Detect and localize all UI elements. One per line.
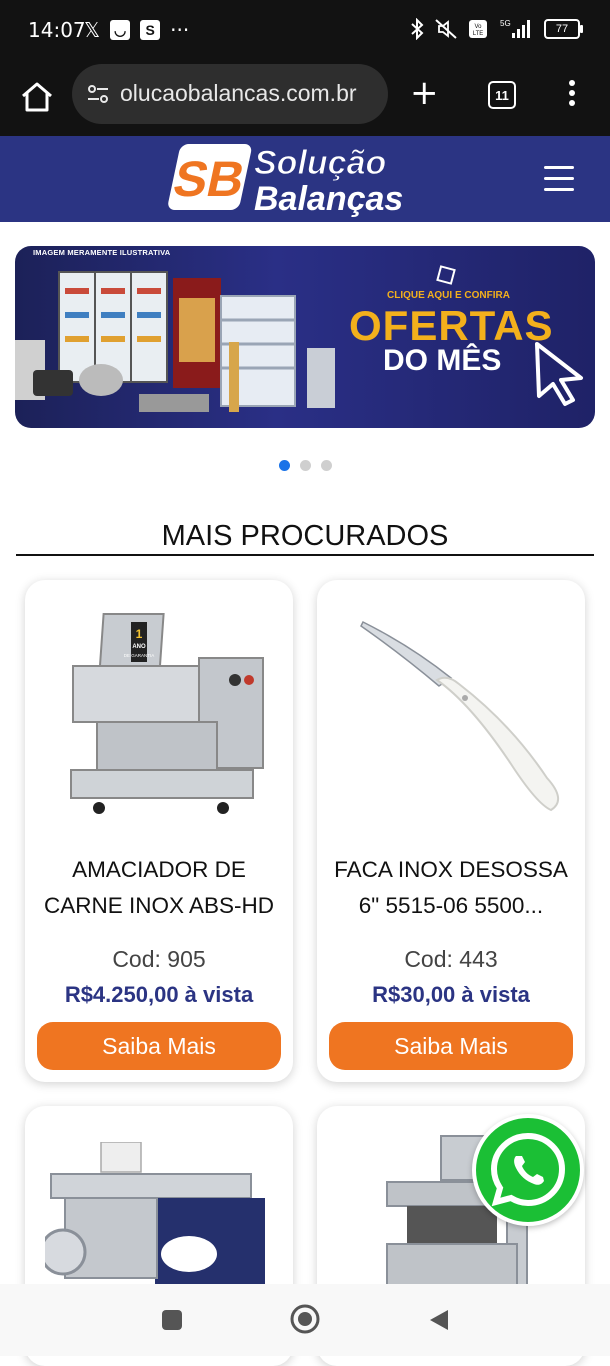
- banner-headline: OFERTAS: [349, 302, 554, 349]
- s-icon: S: [140, 20, 161, 40]
- brand-mark-icon: [436, 265, 456, 285]
- cursor-icon: [535, 342, 583, 406]
- carousel-dot-3[interactable]: [320, 460, 332, 471]
- whatsapp-button[interactable]: [472, 1114, 584, 1226]
- logo-mark: SB: [169, 151, 250, 207]
- url-text[interactable]: olucaobalancas.com.br: [120, 80, 382, 107]
- back-icon[interactable]: [428, 1308, 450, 1332]
- warranty-badge-number: 1: [136, 627, 143, 641]
- address-bar[interactable]: olucaobalancas.com.br: [72, 64, 388, 124]
- svg-text:LTE: LTE: [473, 31, 484, 37]
- x-icon: 𝕏: [84, 18, 101, 42]
- site-header: SB Solução Balanças: [0, 136, 610, 222]
- product-name[interactable]: FACA INOX DESOSSA 6" 5515-06 5500...: [325, 852, 577, 924]
- whatsapp-icon: [490, 1132, 566, 1207]
- carousel-dots: [0, 460, 610, 471]
- product-image-boning-knife[interactable]: [341, 594, 561, 824]
- product-code: Cod: 905: [112, 946, 206, 972]
- product-card[interactable]: FACA INOX DESOSSA 6" 5515-06 5500... Cod…: [317, 580, 585, 1082]
- warranty-badge-text: DE GARANTIA: [124, 653, 155, 658]
- browser-toolbar: olucaobalancas.com.br + 11: [0, 62, 610, 136]
- logo-line1: Solução: [254, 144, 386, 182]
- status-bar: 14:07 𝕏 ◡ S ··· Vo LTE 5G 77: [0, 0, 610, 62]
- site-logo[interactable]: SB Solução Balanças: [162, 138, 452, 218]
- product-name[interactable]: AMACIADOR DE CARNE INOX ABS-HD: [33, 852, 285, 924]
- product-price: R$4.250,00 à vista: [64, 982, 254, 1007]
- hamburger-menu-icon[interactable]: [544, 166, 574, 192]
- banner-subheadline: DO MÊS: [383, 344, 502, 377]
- svg-text:Vo: Vo: [474, 24, 482, 30]
- product-code: Cod: 443: [404, 946, 498, 972]
- net-label: 5G: [500, 19, 511, 28]
- browser-menu-icon[interactable]: [566, 80, 578, 110]
- signal-5g-icon: 5G: [500, 19, 530, 38]
- product-card[interactable]: 1 ANO DE GARANTIA AMACIADOR DE CARNE INO…: [25, 580, 293, 1082]
- carousel-dot-1[interactable]: [278, 460, 290, 471]
- smiley-icon: ◡: [110, 20, 131, 40]
- promo-banner[interactable]: IMAGEM MERAMENTE ILUSTRATIVA CLIQUE AQUI…: [15, 246, 595, 428]
- mute-icon: [435, 19, 457, 39]
- home-icon[interactable]: [18, 78, 56, 116]
- section-divider: [16, 554, 594, 556]
- volte-icon: VoLTE: [469, 20, 487, 38]
- recent-apps-icon[interactable]: [162, 1310, 182, 1330]
- new-tab-button[interactable]: +: [410, 76, 439, 110]
- status-left-icons: 𝕏 ◡ S ···: [84, 18, 189, 42]
- logo-line2: Balanças: [254, 180, 403, 218]
- product-image-meat-tenderizer[interactable]: 1 ANO DE GARANTIA: [49, 594, 269, 824]
- saiba-mais-button[interactable]: Saiba Mais: [329, 1022, 573, 1070]
- status-right-icons: Vo LTE 5G 77: [410, 18, 583, 40]
- section-title: MAIS PROCURADOS: [161, 520, 449, 552]
- product-price: R$30,00 à vista: [372, 982, 530, 1007]
- tab-switcher-button[interactable]: 11: [488, 81, 516, 109]
- banner-products-illustration: [15, 271, 335, 412]
- warranty-badge-unit: ANO: [132, 644, 146, 650]
- banner-disclaimer: IMAGEM MERAMENTE ILUSTRATIVA: [33, 248, 171, 257]
- home-button-icon[interactable]: [290, 1304, 320, 1334]
- carousel-dot-2[interactable]: [299, 460, 311, 471]
- more-icon: ···: [170, 18, 190, 42]
- banner-cta: CLIQUE AQUI E CONFIRA: [387, 290, 510, 301]
- battery-indicator: 77: [544, 19, 583, 39]
- status-time: 14:07: [28, 18, 86, 42]
- system-nav-bar: [0, 1284, 610, 1356]
- saiba-mais-button[interactable]: Saiba Mais: [37, 1022, 281, 1070]
- bluetooth-icon: [411, 18, 424, 40]
- site-settings-icon[interactable]: [86, 82, 110, 106]
